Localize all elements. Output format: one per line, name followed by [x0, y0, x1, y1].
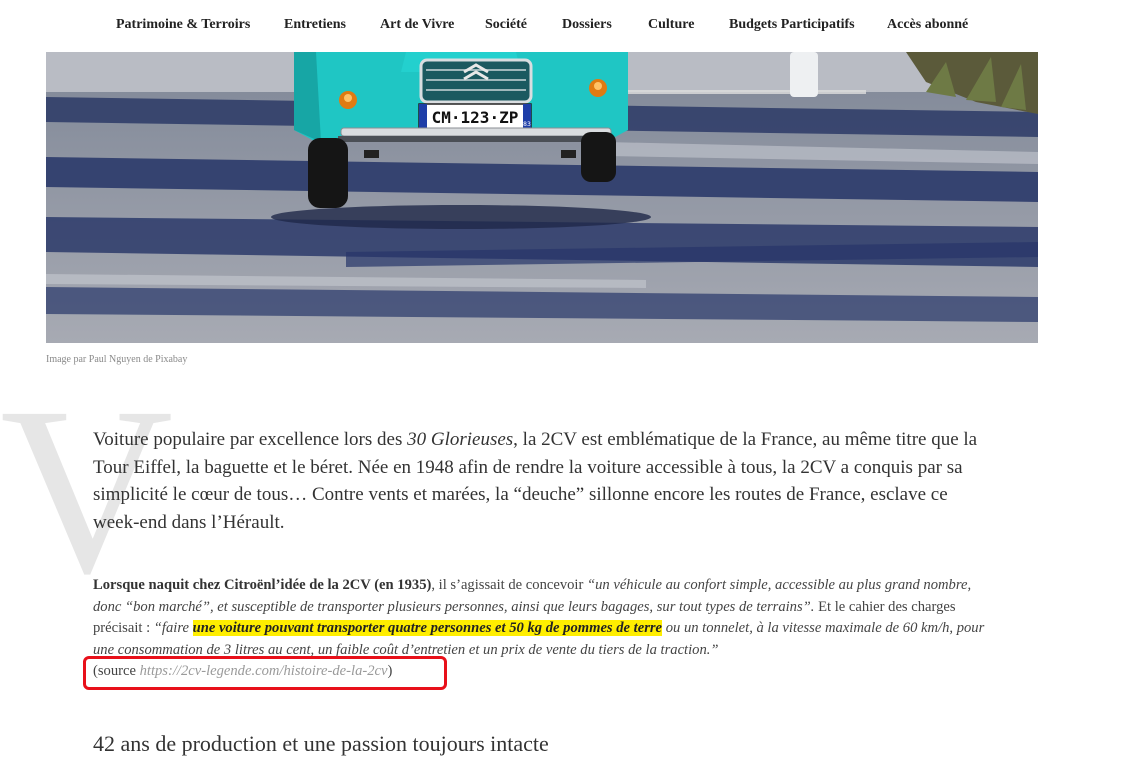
article-page: Patrimoine & Terroirs Entretiens Art de … [0, 0, 1129, 779]
nav-item-art-de-vivre[interactable]: Art de Vivre [380, 17, 454, 33]
article-lead-paragraph: Voiture populaire par excellence lors de… [93, 429, 978, 533]
lead-emphasis: 30 Glorieuses [407, 429, 514, 450]
hero-image: CM·123·ZP 83 [46, 52, 1038, 343]
nav-item-entretiens[interactable]: Entretiens [284, 17, 346, 33]
license-plate-text: CM·123·ZP [432, 108, 519, 127]
top-navigation: Patrimoine & Terroirs Entretiens Art de … [0, 0, 1129, 52]
nav-item-acces-abonne[interactable]: Accès abonné [887, 17, 968, 33]
hero-car-illustration: CM·123·ZP 83 [46, 52, 1038, 343]
source-annotation-box [83, 656, 447, 690]
quote-intro-bold: Lorsque naquit chez Citroënl’idée de la … [93, 577, 432, 593]
nav-item-dossiers[interactable]: Dossiers [562, 17, 612, 33]
section-heading: 42 ans de production et une passion touj… [93, 731, 549, 756]
nav-item-societe[interactable]: Société [485, 17, 527, 33]
nav-item-culture[interactable]: Culture [648, 17, 694, 33]
highlighted-phrase: une voiture pouvant transporter quatre p… [192, 620, 663, 637]
nav-item-budgets-participatifs[interactable]: Budgets Participatifs [729, 17, 855, 33]
nav-item-patrimoine-terroirs[interactable]: Patrimoine & Terroirs [116, 17, 250, 33]
license-plate-dept: 83 [523, 121, 531, 128]
